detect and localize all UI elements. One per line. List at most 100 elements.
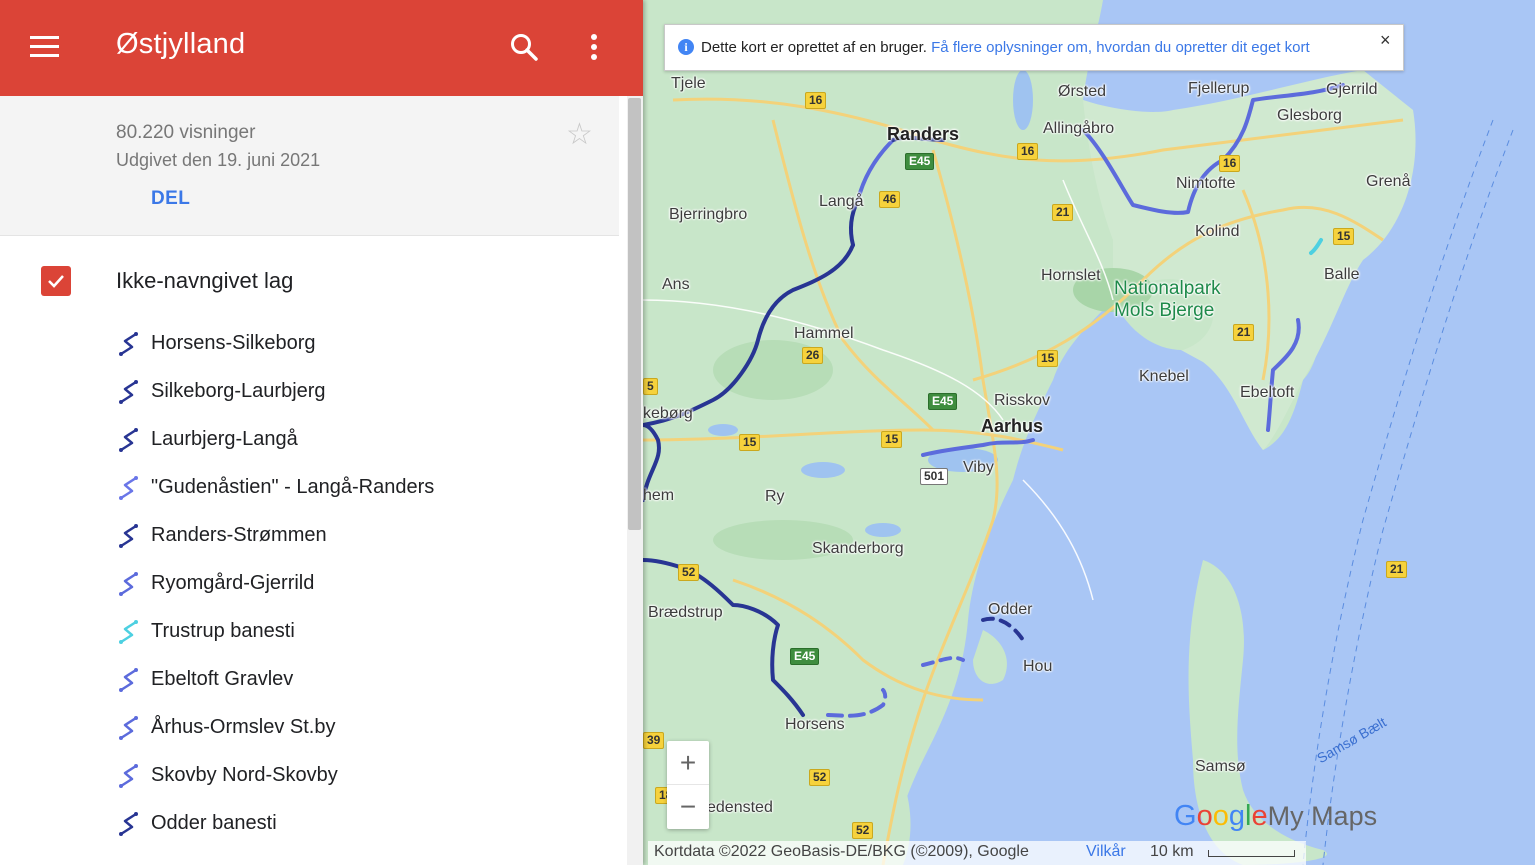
terms-link[interactable]: Vilkår bbox=[1086, 843, 1126, 861]
layer-item-label: Ryomgård-Gjerrild bbox=[151, 572, 315, 594]
zoom-controls: + − bbox=[667, 741, 709, 829]
road-shield: 39 bbox=[643, 732, 665, 749]
place-label: Kolind bbox=[1195, 223, 1240, 240]
place-label: Langå bbox=[819, 193, 864, 210]
place-label: Fjellerup bbox=[1188, 80, 1250, 97]
line-route-icon bbox=[119, 428, 138, 452]
place-label: Nationalpark Mols Bjerge bbox=[1114, 278, 1221, 321]
close-icon[interactable]: × bbox=[1380, 31, 1391, 49]
layer-item-label: Odder banesti bbox=[151, 812, 277, 834]
layer-item-label: Silkeborg-Laurbjerg bbox=[151, 380, 326, 402]
place-label: Gjerrild bbox=[1326, 81, 1378, 98]
line-route-icon bbox=[119, 620, 138, 644]
land-tunoe bbox=[973, 630, 1007, 684]
layer-item[interactable]: Odder banesti bbox=[116, 809, 596, 839]
layer-item[interactable]: Laurbjerg-Langå bbox=[116, 425, 596, 455]
zoom-in-button[interactable]: + bbox=[667, 741, 709, 785]
layer-item[interactable]: Skovby Nord-Skovby bbox=[116, 761, 596, 791]
map-title: Østjylland bbox=[116, 28, 246, 60]
line-route-icon bbox=[119, 572, 138, 596]
place-label: Randers bbox=[887, 124, 960, 144]
road-shield: 15 bbox=[1333, 228, 1355, 245]
place-label: Skanderborg bbox=[812, 540, 904, 557]
layer-checkbox[interactable] bbox=[41, 266, 71, 296]
road-shield: 16 bbox=[1219, 155, 1241, 172]
place-label: Bjerringbro bbox=[669, 206, 748, 223]
layer-item[interactable]: Randers-Strømmen bbox=[116, 521, 596, 551]
map-canvas[interactable]: Tjele Randers Ørsted Fjellerup Gjerrild Allin… bbox=[643, 0, 1535, 865]
star-outline-icon[interactable]: ☆ bbox=[566, 120, 593, 150]
road-shield: 52 bbox=[678, 564, 700, 581]
scroll-thumb[interactable] bbox=[628, 98, 641, 530]
road-shield: 46 bbox=[879, 191, 901, 208]
road-shield: 21 bbox=[1052, 204, 1074, 221]
road-shield: 21 bbox=[1233, 324, 1255, 341]
road-shield: 15 bbox=[1037, 350, 1059, 367]
line-route-icon bbox=[119, 332, 138, 356]
place-label: hem bbox=[643, 487, 675, 504]
road-shield: 26 bbox=[802, 347, 824, 364]
place-label: Risskov bbox=[994, 392, 1051, 409]
layer-item-label: Randers-Strømmen bbox=[151, 524, 327, 546]
place-label: Odder bbox=[988, 601, 1033, 618]
road-shield: 501 bbox=[920, 468, 949, 485]
line-route-icon bbox=[119, 380, 138, 404]
map-info-panel: 80.220 visninger Udgivet den 19. juni 20… bbox=[0, 96, 619, 236]
info-banner: i Dette kort er oprettet af en bruger. F… bbox=[664, 24, 1404, 71]
layer-item-label: Laurbjerg-Langå bbox=[151, 428, 298, 450]
place-label: Viby bbox=[963, 459, 994, 476]
scrollbar[interactable] bbox=[627, 96, 643, 865]
layer-item[interactable]: Silkeborg-Laurbjerg bbox=[116, 377, 596, 407]
place-label: Hornslet bbox=[1041, 267, 1101, 284]
line-route-icon bbox=[119, 812, 138, 836]
layer-item[interactable]: Horsens-Silkeborg bbox=[116, 329, 596, 359]
layer-item[interactable]: Ryomgård-Gjerrild bbox=[116, 569, 596, 599]
road-shield: 52 bbox=[852, 822, 874, 839]
sidebar: Østjylland 80.220 visninger Udgivet den … bbox=[0, 0, 643, 865]
map-attribution: Kortdata ©2022 GeoBasis-DE/BKG (©2009), … bbox=[648, 841, 1306, 865]
menu-icon[interactable] bbox=[30, 36, 60, 58]
road-shield: 16 bbox=[1017, 143, 1039, 160]
share-button[interactable]: DEL bbox=[151, 188, 190, 210]
more-vert-icon[interactable] bbox=[584, 31, 604, 63]
place-label: Brædstrup bbox=[648, 604, 723, 621]
line-route-icon bbox=[119, 716, 138, 740]
road-shield: 52 bbox=[809, 769, 831, 786]
road-shield: 16 bbox=[805, 92, 827, 109]
road-shield: 15 bbox=[881, 431, 903, 448]
place-label: Allingåbro bbox=[1043, 120, 1115, 137]
map-data-credit: Kortdata ©2022 GeoBasis-DE/BKG (©2009), … bbox=[654, 843, 1029, 860]
road-shield: 15 bbox=[739, 434, 761, 451]
layer-item-label: Ebeltoft Gravlev bbox=[151, 668, 294, 690]
zoom-out-button[interactable]: − bbox=[667, 785, 709, 828]
layer-title: Ikke-navngivet lag bbox=[116, 268, 294, 293]
road-shield: E45 bbox=[928, 393, 958, 410]
place-label: Horsens bbox=[785, 716, 845, 733]
place-label: kebørg bbox=[643, 405, 693, 422]
place-label: Ebeltoft bbox=[1240, 384, 1295, 401]
place-label: Hou bbox=[1023, 658, 1053, 675]
learn-more-link[interactable]: Få flere oplysninger om, hvordan du opre… bbox=[931, 39, 1310, 56]
place-label: edensted bbox=[707, 799, 773, 816]
scale-label: 10 km bbox=[1150, 843, 1194, 860]
view-count: 80.220 visninger bbox=[116, 122, 256, 143]
google-my-maps-logo: GoogleMy Maps bbox=[1174, 800, 1378, 832]
layer-item-label: Trustrup banesti bbox=[151, 620, 295, 642]
layer-item[interactable]: Trustrup banesti bbox=[116, 617, 596, 647]
layer-item-label: Århus-Ormslev St.by bbox=[151, 716, 336, 738]
layer-item[interactable]: Ebeltoft Gravlev bbox=[116, 665, 596, 695]
layer-item-label: Horsens-Silkeborg bbox=[151, 332, 316, 354]
layer-item[interactable]: Århus-Ormslev St.by bbox=[116, 713, 596, 743]
place-label: Ry bbox=[765, 488, 785, 505]
road-shield: E45 bbox=[790, 648, 820, 665]
header-bar: Østjylland bbox=[0, 0, 643, 96]
place-label: Tjele bbox=[671, 75, 706, 92]
scale-bar bbox=[1208, 850, 1295, 857]
line-route-icon bbox=[119, 476, 138, 500]
line-route-icon bbox=[119, 668, 138, 692]
search-icon[interactable] bbox=[508, 31, 540, 63]
layer-item[interactable]: "Gudenåstien" - Langå-Randers bbox=[116, 473, 596, 503]
road-shield: E45 bbox=[905, 153, 935, 170]
place-label: Balle bbox=[1324, 266, 1360, 283]
line-route-icon bbox=[119, 764, 138, 788]
